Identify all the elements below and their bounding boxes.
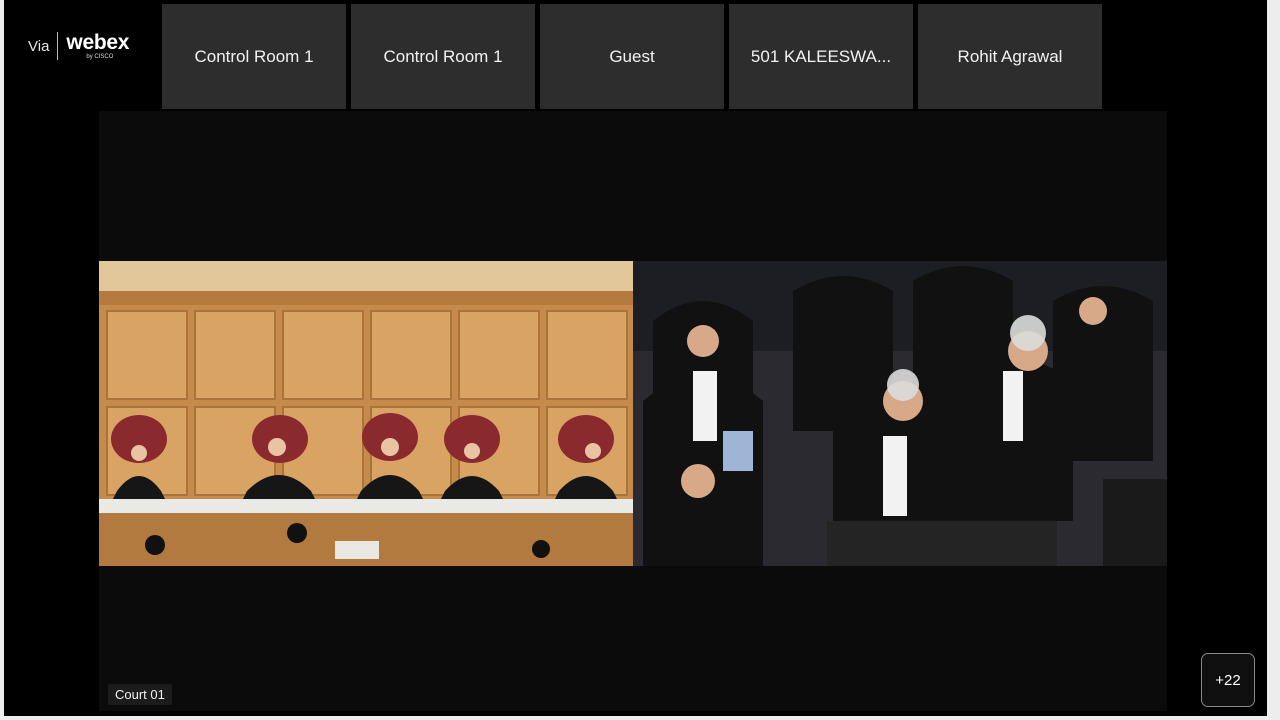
via-label: Via [28, 37, 50, 55]
participant-name: Guest [609, 46, 655, 66]
participant-tile[interactable]: Guest [540, 4, 724, 109]
participant-name: 501 KALEESWA... [750, 46, 892, 66]
stage-label: Court 01 [108, 684, 172, 705]
bench-scene-image [99, 261, 633, 566]
cisco-sublabel: by CISCO [86, 54, 114, 60]
participant-tile[interactable]: 501 KALEESWA... [729, 4, 913, 109]
webex-brand: Via webex by CISCO [28, 28, 129, 64]
webex-logo: webex by CISCO [66, 32, 129, 60]
window-edge-bottom [0, 716, 1280, 720]
window-edge-left [0, 0, 4, 720]
participant-name: Control Room 1 [383, 46, 503, 66]
bench-camera-feed [99, 261, 633, 566]
advocates-camera-feed [633, 261, 1167, 566]
participant-name: Control Room 1 [194, 46, 314, 66]
participant-tile[interactable]: Rohit Agrawal [918, 4, 1102, 109]
participant-tile[interactable]: Control Room 1 [351, 4, 535, 109]
participant-strip: Control Room 1 Control Room 1 Guest 501 … [162, 4, 1102, 109]
participant-name: Rohit Agrawal [957, 46, 1063, 66]
webex-logo-text: webex [66, 31, 130, 54]
advocates-scene-image [633, 261, 1167, 566]
participant-tile[interactable]: Control Room 1 [162, 4, 346, 109]
window-edge-right [1267, 0, 1280, 720]
brand-divider [57, 32, 59, 60]
more-participants-button[interactable]: +22 [1201, 653, 1255, 707]
